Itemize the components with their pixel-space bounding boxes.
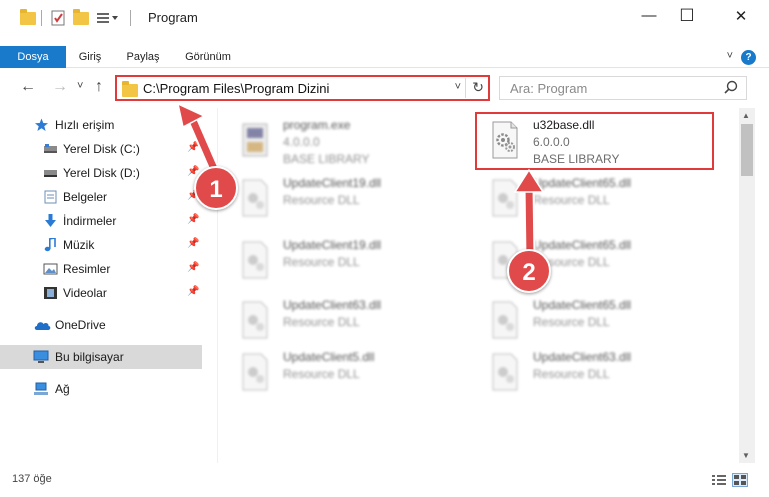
step-badge-1: 1 [194, 166, 238, 210]
step-badge-2: 2 [507, 249, 551, 293]
annotation-arrows [176, 102, 545, 259]
arrow-2 [513, 168, 545, 259]
